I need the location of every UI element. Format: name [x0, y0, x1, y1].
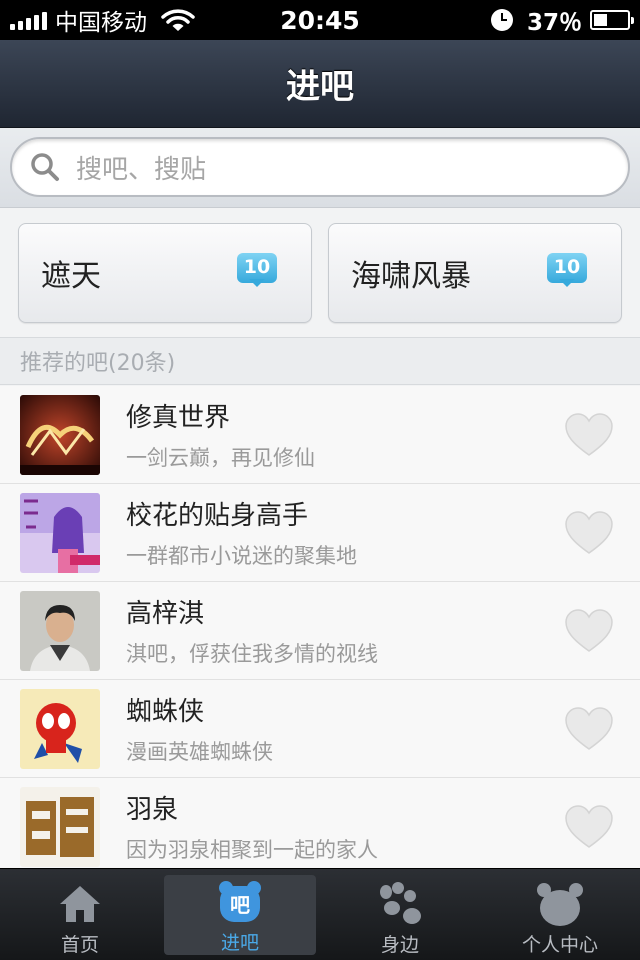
favorite-heart-icon[interactable] [564, 510, 614, 555]
bear-icon [537, 883, 583, 926]
bar-name: 高梓淇 [126, 599, 205, 629]
tab-bar: 首页 吧 进吧 身边 个人中心 [0, 868, 640, 960]
tile-label: 海啸风暴 [351, 259, 471, 294]
tab-label: 首页 [60, 934, 99, 956]
favorite-heart-icon[interactable] [564, 804, 614, 849]
list-item[interactable]: 羽泉 因为羽泉相聚到一起的家人 [0, 778, 640, 868]
tab-label: 个人中心 [521, 934, 598, 956]
list-item[interactable]: 蜘蛛侠 漫画英雄蜘蛛侠 [0, 680, 640, 778]
spiderman-cartoon-thumbnail [20, 688, 100, 769]
list-item[interactable]: 高梓淇 淇吧，俘获住我多情的视线 [0, 582, 640, 680]
status-bar: 中国移动 20:45 37％ [0, 0, 640, 40]
search-placeholder: 搜吧、搜贴 [76, 154, 207, 185]
tile-haixiao-fengbao[interactable]: 海啸风暴 10 [328, 223, 622, 323]
ba-icon: 吧 [219, 881, 261, 922]
quick-tiles: 遮天 10 海啸风暴 10 [0, 209, 640, 337]
bar-description: 一剑云巅，再见修仙 [126, 446, 315, 470]
bar-name: 修真世界 [126, 403, 231, 433]
bar-name: 蜘蛛侠 [126, 697, 205, 727]
status-time: 20:45 [280, 5, 360, 35]
section-header: 推荐的吧(20条) [0, 337, 640, 385]
favorite-heart-icon[interactable] [564, 412, 614, 457]
bar-name: 校花的贴身高手 [126, 501, 309, 531]
search-icon [31, 153, 59, 181]
level-badge: 10 [547, 253, 587, 293]
level-badge: 10 [237, 253, 277, 293]
wifi-icon [161, 9, 195, 31]
tile-zhetian[interactable]: 遮天 10 [18, 223, 312, 323]
favorite-heart-icon[interactable] [564, 608, 614, 653]
paw-icon [380, 882, 421, 924]
yuquan-logo-thumbnail [20, 786, 100, 867]
search-input[interactable]: 搜吧、搜贴 [10, 137, 630, 197]
alarm-clock-icon [490, 9, 513, 31]
battery-icon [590, 10, 634, 30]
bar-description: 因为羽泉相聚到一起的家人 [126, 838, 378, 862]
tab-nearby[interactable]: 身边 [320, 869, 480, 960]
svg-text:吧: 吧 [230, 893, 250, 917]
section-title: 推荐的吧(20条) [20, 351, 176, 376]
carrier-name: 中国移动 [55, 10, 147, 36]
tab-home[interactable]: 首页 [0, 869, 160, 960]
battery-percent: 37％ [526, 10, 582, 36]
search-area: 搜吧、搜贴 [0, 128, 640, 208]
tab-label: 身边 [380, 934, 419, 956]
level-badge-number: 10 [243, 256, 271, 278]
page-title: 进吧 [286, 67, 354, 107]
list-item[interactable]: 修真世界 一剑云巅，再见修仙 [0, 386, 640, 484]
tab-jinba[interactable]: 吧 进吧 [164, 875, 316, 955]
xiuzhen-cover-thumbnail [20, 394, 100, 475]
tab-profile[interactable]: 个人中心 [480, 869, 640, 960]
favorite-heart-icon[interactable] [564, 706, 614, 751]
tile-label: 遮天 [41, 259, 101, 294]
xiaohua-cover-thumbnail [20, 492, 100, 573]
portrait-photo-thumbnail [20, 590, 100, 671]
home-icon [60, 886, 100, 922]
tab-label: 进吧 [220, 932, 259, 954]
bar-description: 淇吧，俘获住我多情的视线 [126, 642, 378, 666]
level-badge-number: 10 [553, 256, 581, 278]
recommended-list: 修真世界 一剑云巅，再见修仙 校花的贴身高手 一群都市小说迷的聚集地 高梓淇 淇… [0, 386, 640, 868]
nav-bar: 进吧 [0, 40, 640, 128]
signal-icon [10, 10, 47, 30]
bar-name: 羽泉 [126, 795, 179, 825]
battery-fill [594, 14, 608, 26]
bar-description: 一群都市小说迷的聚集地 [126, 544, 357, 568]
list-item[interactable]: 校花的贴身高手 一群都市小说迷的聚集地 [0, 484, 640, 582]
bar-description: 漫画英雄蜘蛛侠 [126, 740, 273, 764]
